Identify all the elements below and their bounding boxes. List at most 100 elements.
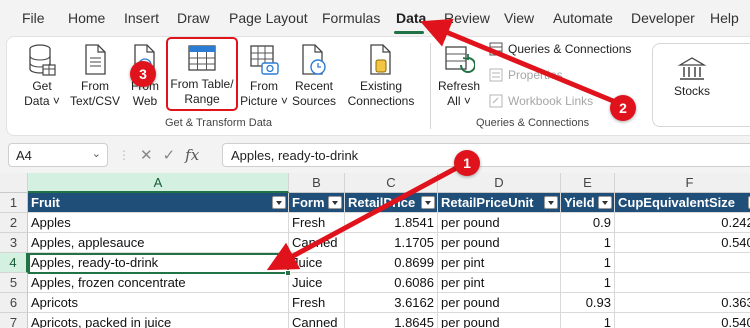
table-cell[interactable]: 0.6086: [345, 273, 438, 293]
table-header-cell[interactable]: CupEquivalentSize: [615, 193, 750, 213]
row-header-7[interactable]: 7: [0, 313, 28, 328]
stocks-button[interactable]: Stocks: [667, 56, 717, 99]
column-header-d[interactable]: D: [438, 173, 561, 193]
refresh-all-button[interactable]: Refresh All ˅: [431, 43, 487, 109]
table-header-cell[interactable]: RetailPriceUnit: [438, 193, 561, 213]
table-header-cell[interactable]: Yield: [561, 193, 615, 213]
table-cell[interactable]: 1.1705: [345, 233, 438, 253]
queries-connections-button[interactable]: Queries & Connections: [489, 42, 631, 56]
table-cell[interactable]: 1: [561, 273, 615, 293]
menu-home[interactable]: Home: [68, 10, 105, 26]
table-cell[interactable]: 3.6162: [345, 293, 438, 313]
cell-value: per pound: [441, 295, 500, 310]
column-header-f[interactable]: F: [615, 173, 750, 193]
cell-value: 0.93: [585, 295, 611, 310]
table-cell[interactable]: 0.3638: [615, 293, 750, 313]
cell-value: Fresh: [292, 215, 326, 230]
select-all-corner[interactable]: [0, 173, 28, 193]
from-text-csv-button[interactable]: From Text/CSV: [67, 43, 123, 109]
menu-page-layout[interactable]: Page Layout: [229, 10, 308, 26]
row-header-5[interactable]: 5: [0, 273, 28, 293]
get-transform-group-label: Get & Transform Data: [165, 117, 272, 129]
cancel-icon[interactable]: ✕: [140, 146, 153, 164]
table-header-cell[interactable]: Form: [289, 193, 345, 213]
row-header-6[interactable]: 6: [0, 293, 28, 313]
table-cell[interactable]: per pound: [438, 213, 561, 233]
name-box[interactable]: A4 ⌄: [8, 143, 108, 167]
existing-connections-button[interactable]: Existing Connections: [343, 43, 419, 109]
table-header-cell[interactable]: RetailPrice: [345, 193, 438, 213]
table-cell[interactable]: Apples: [28, 213, 289, 233]
table-cell[interactable]: Apples, frozen concentrate: [28, 273, 289, 293]
insert-function-icon[interactable]: fx: [185, 146, 199, 164]
menu-help[interactable]: Help: [710, 10, 739, 26]
chevron-down-icon[interactable]: ⌄: [92, 147, 101, 160]
row-header-4[interactable]: 4: [0, 253, 28, 273]
from-picture-button[interactable]: From Picture ˅: [235, 43, 293, 109]
menu-formulas[interactable]: Formulas: [322, 10, 380, 26]
table-cell[interactable]: Canned: [289, 233, 345, 253]
table-cell[interactable]: 1.8645: [345, 313, 438, 328]
table-cell[interactable]: Apricots, packed in juice: [28, 313, 289, 328]
table-cell[interactable]: per pound: [438, 313, 561, 328]
table-cell[interactable]: 1: [561, 313, 615, 328]
table-cell[interactable]: Fresh: [289, 293, 345, 313]
table-cell[interactable]: 1.8541: [345, 213, 438, 233]
workbook-links-button[interactable]: Workbook Links: [489, 94, 593, 108]
column-header-c[interactable]: C: [345, 173, 438, 193]
table-cell[interactable]: 0.2425: [615, 213, 750, 233]
table-cell[interactable]: Canned: [289, 313, 345, 328]
table-cell[interactable]: 1: [561, 233, 615, 253]
column-header-a[interactable]: A: [28, 173, 289, 193]
filter-dropdown-icon[interactable]: [421, 196, 435, 209]
menu-bar: File Home Insert Draw Page Layout Formul…: [0, 0, 750, 36]
table-cell[interactable]: Juice: [289, 273, 345, 293]
table-header-cell[interactable]: Fruit: [28, 193, 289, 213]
refresh-all-label-1: Refresh: [437, 79, 481, 93]
table-cell[interactable]: 0.5401: [615, 233, 750, 253]
menu-view[interactable]: View: [504, 10, 534, 26]
table-cell[interactable]: Juice: [289, 253, 345, 273]
table-cell[interactable]: 8: [615, 253, 750, 273]
column-header-b[interactable]: B: [289, 173, 345, 193]
menu-data[interactable]: Data: [396, 10, 426, 26]
table-cell[interactable]: Apricots: [28, 293, 289, 313]
table-cell[interactable]: Fresh: [289, 213, 345, 233]
filter-dropdown-icon[interactable]: [598, 196, 612, 209]
table-cell[interactable]: Apples, applesauce: [28, 233, 289, 253]
cell-value: Apples, applesauce: [31, 235, 145, 250]
filter-dropdown-icon[interactable]: [328, 196, 342, 209]
table-cell[interactable]: per pound: [438, 233, 561, 253]
menu-automate[interactable]: Automate: [553, 10, 613, 26]
row-header-3[interactable]: 3: [0, 233, 28, 253]
table-cell[interactable]: per pound: [438, 293, 561, 313]
table-cell[interactable]: 0.8699: [345, 253, 438, 273]
row-header-2[interactable]: 2: [0, 213, 28, 233]
get-data-button[interactable]: Get Data ˅: [19, 43, 65, 109]
cell-value: 1.8541: [394, 215, 434, 230]
cell-value: RetailPriceUnit: [441, 195, 534, 210]
menu-insert[interactable]: Insert: [124, 10, 159, 26]
formula-input[interactable]: Apples, ready-to-drink: [222, 143, 750, 167]
worksheet-grid[interactable]: A B C D E F 1 Fruit Form RetailPrice RetailPriceUn…: [0, 173, 750, 328]
table-cell[interactable]: 1: [561, 253, 615, 273]
table-cell[interactable]: 0.9: [561, 213, 615, 233]
menu-draw[interactable]: Draw: [177, 10, 210, 26]
from-table-range-button[interactable]: From Table/ Range: [167, 43, 237, 107]
table-cell[interactable]: 0.93: [561, 293, 615, 313]
table-cell[interactable]: 0.5401: [615, 313, 750, 328]
enter-icon[interactable]: ✓: [163, 146, 176, 164]
row-header-1[interactable]: 1: [0, 193, 28, 213]
filter-dropdown-icon[interactable]: [272, 196, 286, 209]
properties-button[interactable]: Properties: [489, 68, 563, 82]
fill-handle[interactable]: [285, 270, 291, 276]
table-cell[interactable]: per pint: [438, 253, 561, 273]
menu-developer[interactable]: Developer: [631, 10, 695, 26]
menu-review[interactable]: Review: [444, 10, 490, 26]
column-header-e[interactable]: E: [561, 173, 615, 193]
table-cell[interactable]: 8: [615, 273, 750, 293]
table-cell[interactable]: per pint: [438, 273, 561, 293]
menu-file[interactable]: File: [22, 10, 45, 26]
filter-dropdown-icon[interactable]: [544, 196, 558, 209]
recent-sources-button[interactable]: Recent Sources: [287, 43, 341, 109]
